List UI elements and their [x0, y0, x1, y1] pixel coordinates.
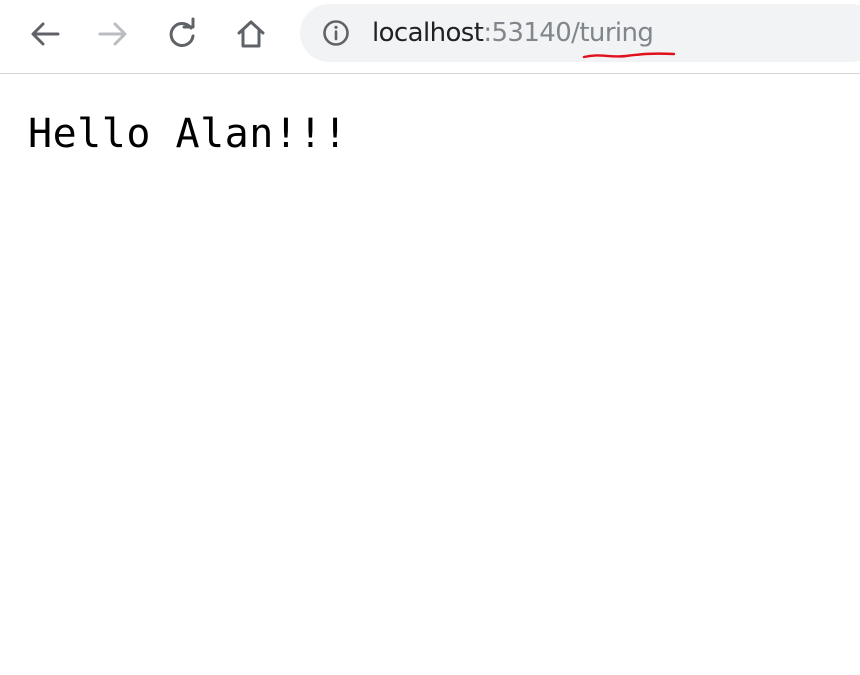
reload-icon	[169, 17, 195, 47]
back-arrow-icon	[31, 22, 60, 46]
page-content: Hello Alan!!!	[28, 110, 348, 158]
home-button[interactable]	[230, 13, 272, 55]
reload-button[interactable]	[161, 13, 203, 55]
forward-button[interactable]	[92, 13, 134, 55]
home-icon	[237, 20, 265, 48]
address-bar[interactable]: localhost:53140/turing	[300, 4, 860, 62]
url-host: localhost	[372, 18, 484, 48]
red-underline-annotation	[582, 52, 676, 59]
forward-arrow-icon	[98, 22, 127, 46]
back-button[interactable]	[24, 13, 66, 55]
url-path: :53140/turing	[483, 18, 654, 48]
browser-toolbar: localhost:53140/turing	[0, 0, 860, 74]
greeting-text: Hello Alan!!!	[28, 111, 348, 157]
url-text[interactable]: localhost:53140/turing	[372, 17, 654, 49]
info-icon[interactable]	[322, 19, 350, 47]
